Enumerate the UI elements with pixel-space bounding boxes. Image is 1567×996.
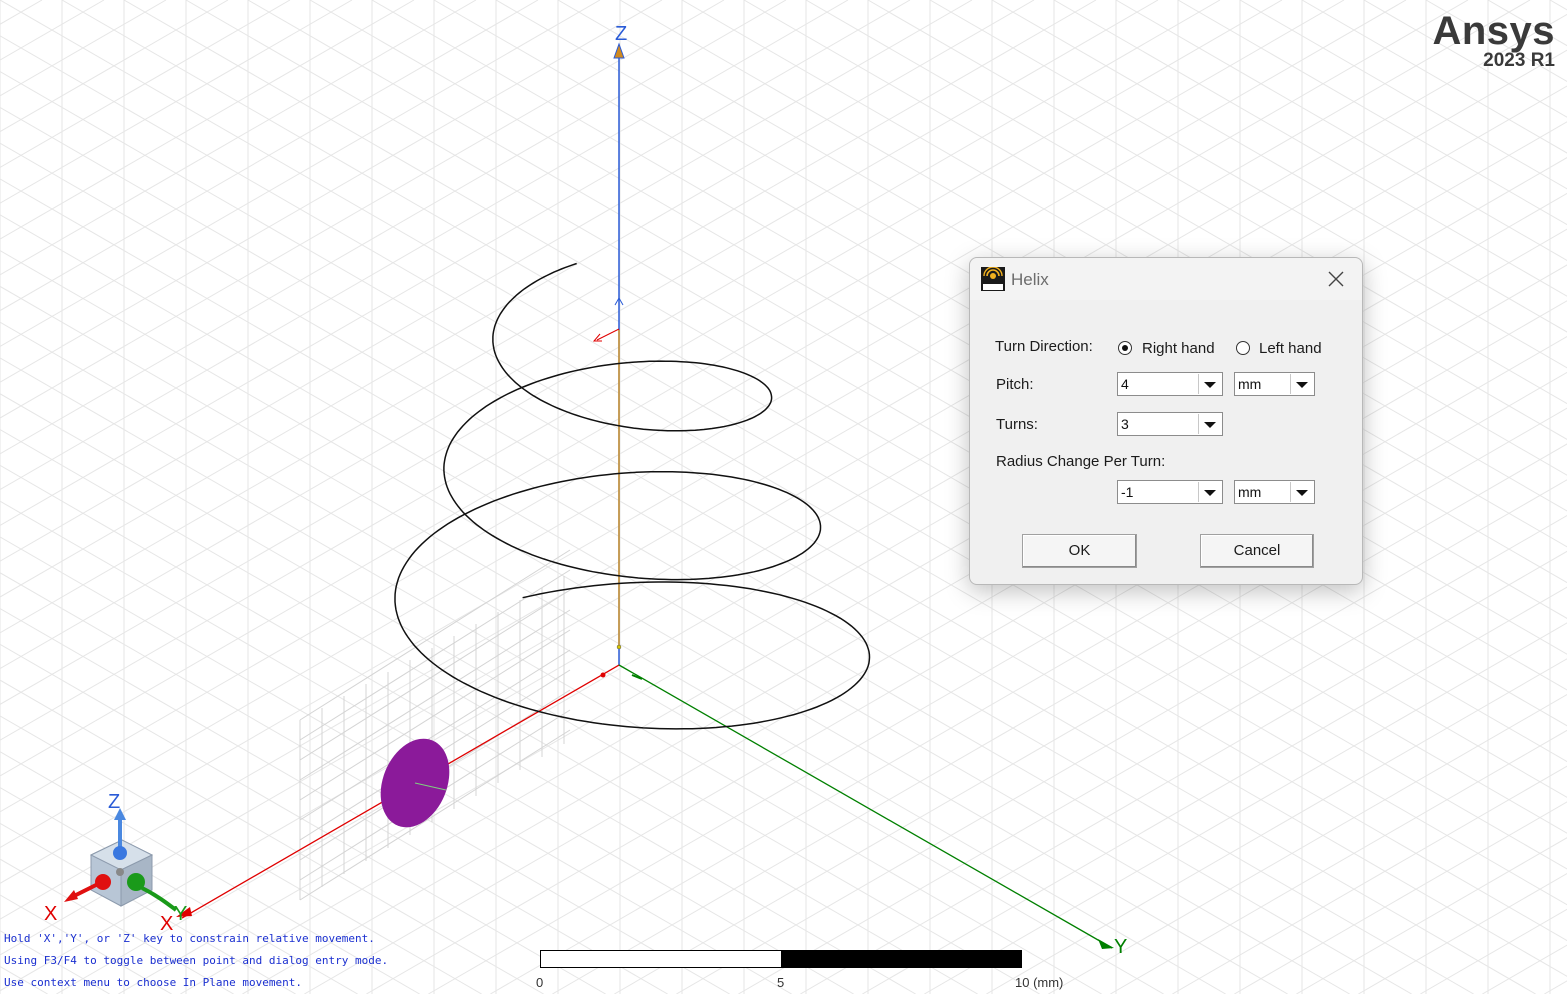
triad-z-label: Z [108,791,120,813]
orientation-triad[interactable] [64,808,178,912]
left-hand-radio[interactable] [1236,341,1250,355]
scale-label-end: 10 (mm) [1015,975,1064,990]
edt-app-icon [981,267,1005,291]
y-axis-label: Y [1114,936,1127,958]
pitch-combobox[interactable]: 4 [1117,372,1223,396]
ok-button[interactable]: OK [1022,534,1137,568]
right-hand-radio[interactable] [1118,341,1132,355]
radius-change-unit-value[interactable]: mm [1238,484,1261,500]
hint-line: Use context menu to choose In Plane move… [4,976,303,989]
ansys-brand: Ansys 2023 R1 [1432,10,1555,70]
triad-y-label: Y [174,903,187,925]
turn-direction-label: Turn Direction: [995,338,1093,355]
pitch-value[interactable]: 4 [1121,376,1129,392]
brand-version: 2023 R1 [1483,50,1555,71]
chevron-down-icon[interactable] [1290,482,1313,502]
close-icon[interactable] [1322,266,1350,292]
hint-line: Hold 'X','Y', or 'Z' key to constrain re… [4,932,375,945]
turns-combobox[interactable]: 3 [1117,412,1223,436]
chevron-down-icon[interactable] [1198,482,1221,502]
right-hand-label[interactable]: Right hand [1142,340,1215,357]
origin-marker [616,644,622,650]
chevron-down-icon[interactable] [1198,374,1221,394]
scale-bar-black-segment [781,950,1022,968]
status-hints: Hold 'X','Y', or 'Z' key to constrain re… [4,930,388,996]
local-z-indicator [614,296,624,310]
z-axis-label: Z [615,23,627,45]
pitch-unit-value[interactable]: mm [1238,376,1261,392]
brand-name: Ansys [1432,9,1555,53]
triad-x-label: X [44,903,57,925]
radius-change-value[interactable]: -1 [1121,484,1133,500]
radius-change-combobox[interactable]: -1 [1117,480,1223,504]
y-axis-arrowhead [1098,939,1114,949]
radius-change-unit-select[interactable]: mm [1234,480,1315,504]
scale-bar [540,950,1023,968]
turns-label: Turns: [996,416,1038,433]
chevron-down-icon[interactable] [1198,414,1221,434]
helix-dialog: Helix Turn Direction: Right hand Left ha… [969,257,1363,585]
pitch-unit-select[interactable]: mm [1234,372,1315,396]
chevron-down-icon[interactable] [1290,374,1313,394]
dialog-titlebar[interactable]: Helix [970,258,1362,300]
scale-bar-white-segment [540,950,782,968]
cancel-button[interactable]: Cancel [1200,534,1314,568]
scale-label-mid: 5 [777,975,785,990]
left-hand-label[interactable]: Left hand [1259,340,1322,357]
hint-line: Using F3/F4 to toggle between point and … [4,954,389,967]
scale-label-start: 0 [536,975,544,990]
y-axis [618,664,1113,949]
z-axis-arrowhead [613,42,625,59]
local-x-indicator [592,328,620,342]
dialog-title: Helix [1011,270,1049,289]
radius-change-label: Radius Change Per Turn: [996,453,1166,470]
pitch-label: Pitch: [996,376,1034,393]
turns-value[interactable]: 3 [1121,416,1129,432]
x-axis-marker [600,672,606,678]
